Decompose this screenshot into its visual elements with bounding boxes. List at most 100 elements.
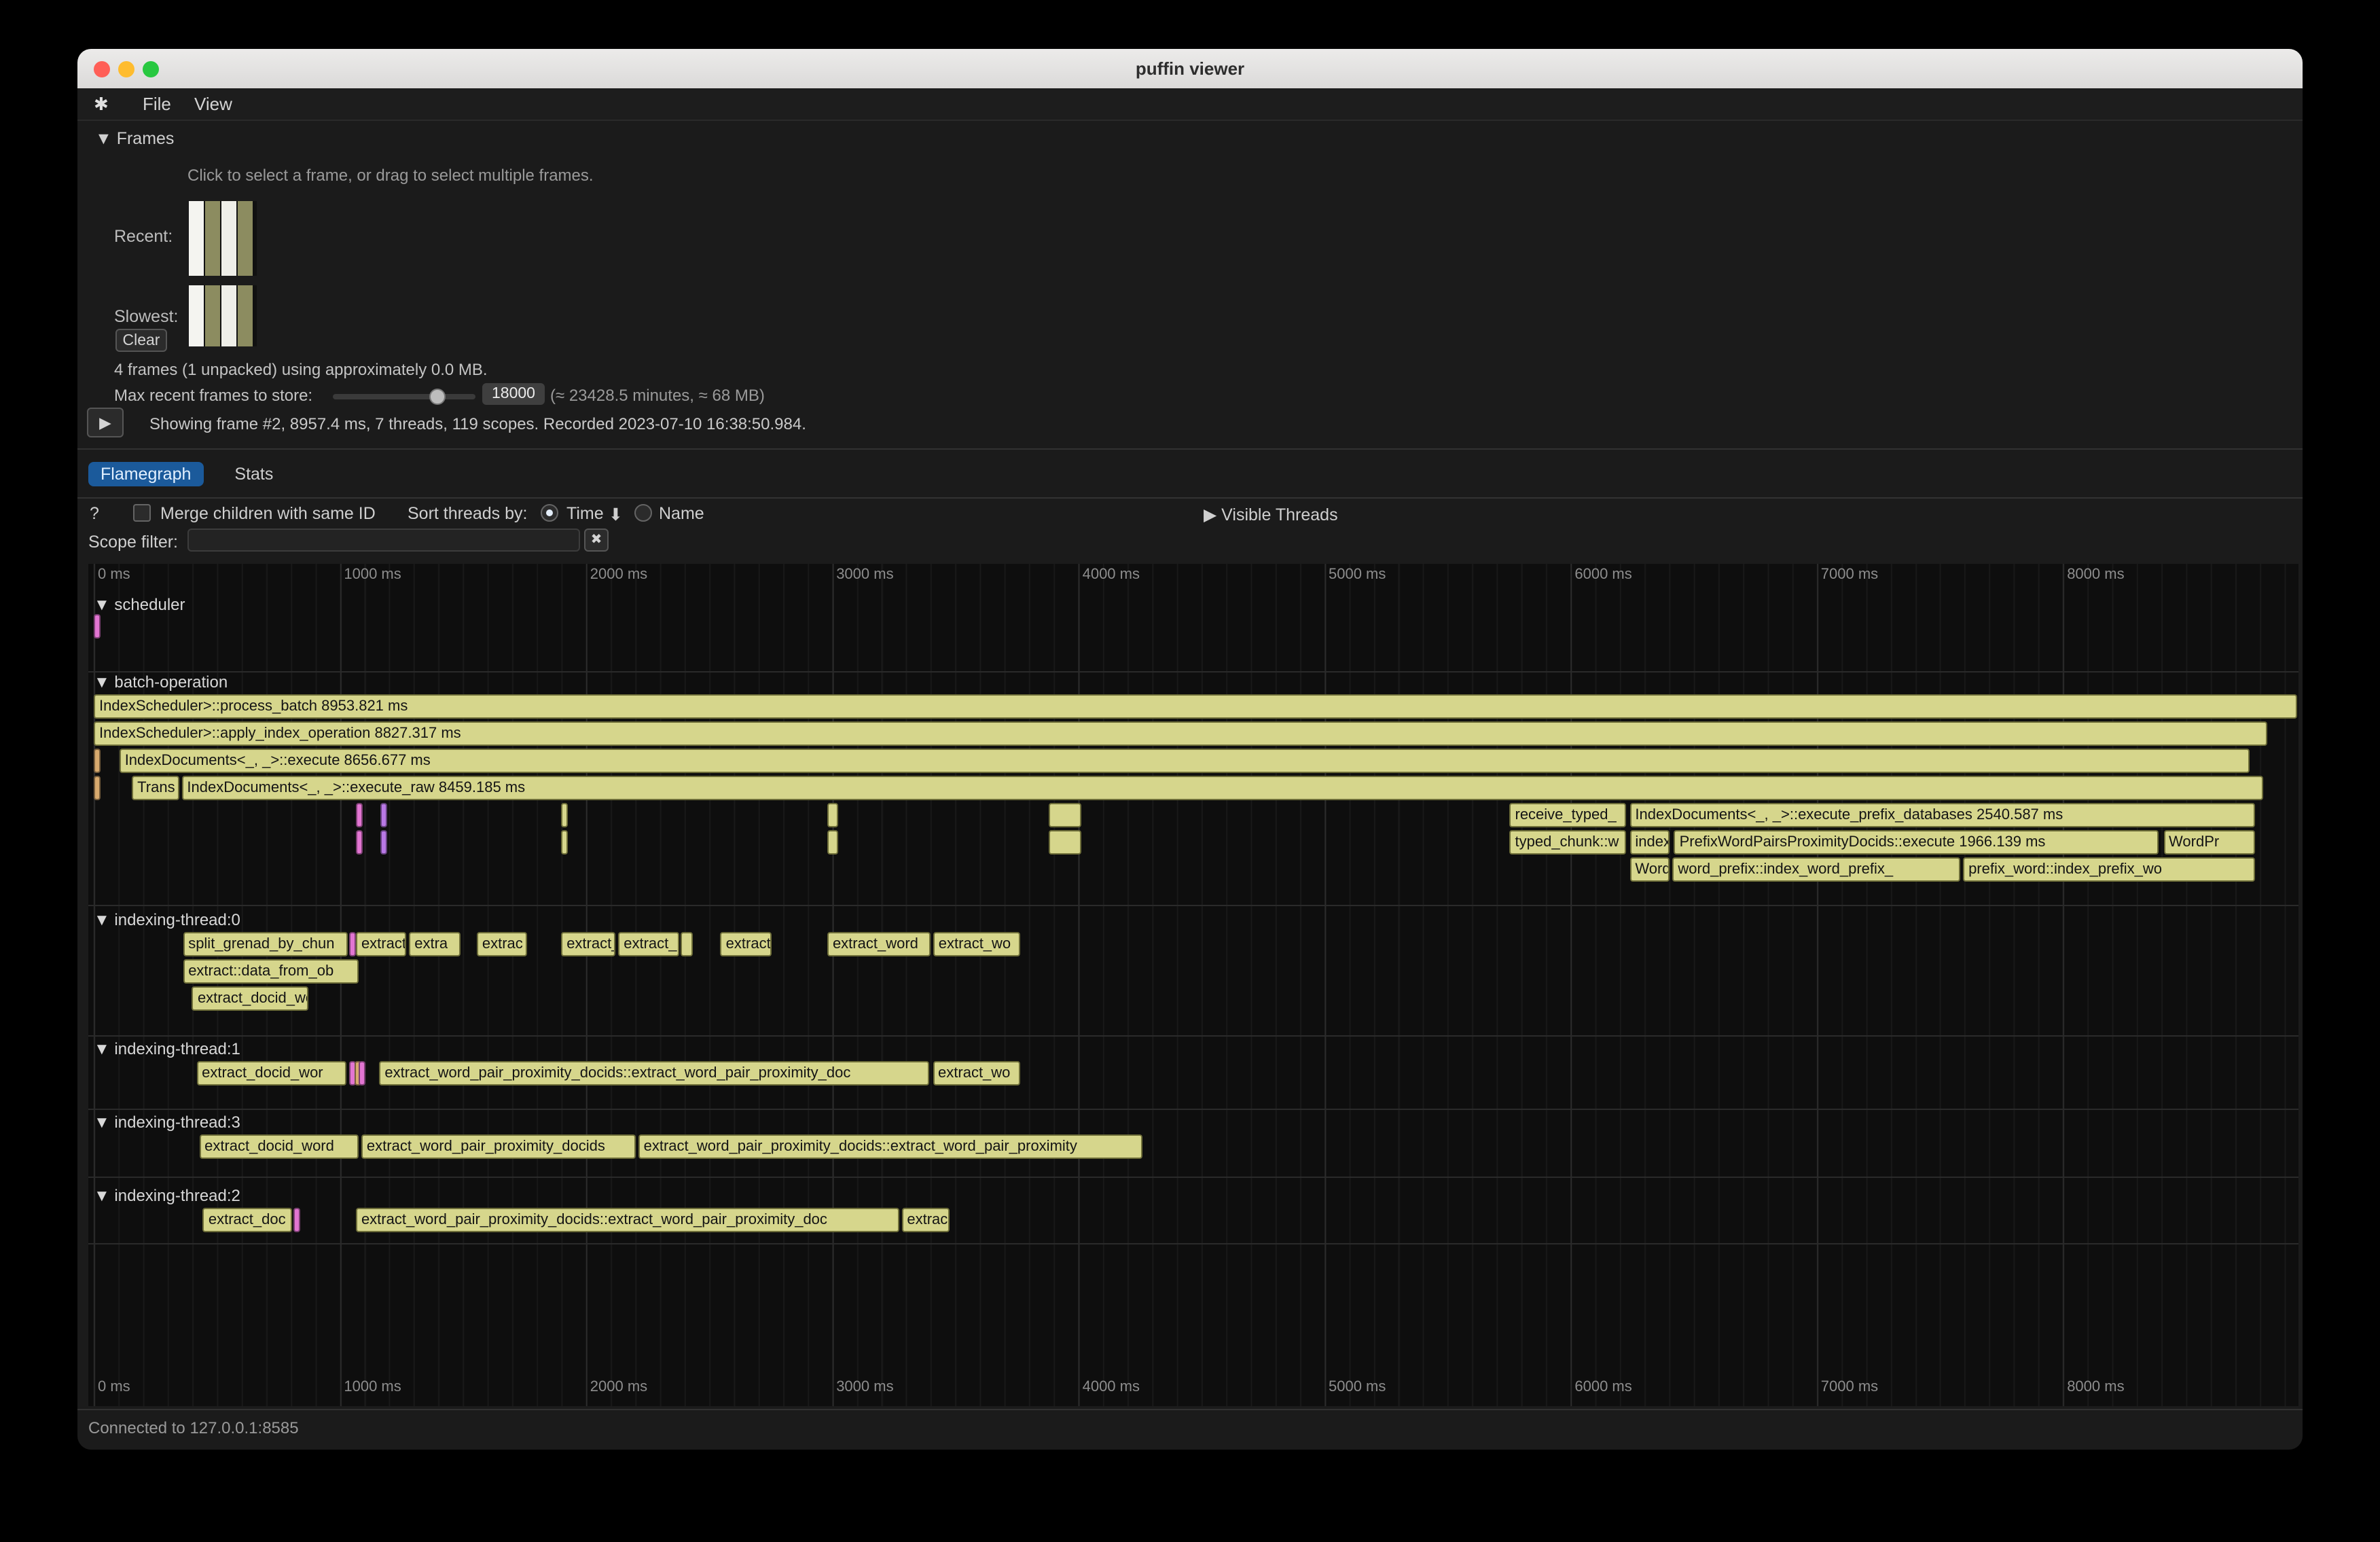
scope-bar[interactable]: typed_chunk::w: [1510, 830, 1627, 855]
scope-bar[interactable]: [827, 803, 839, 827]
scope-bar[interactable]: extract_word_pair_proximity_docids::extr…: [638, 1134, 1142, 1159]
separator: [77, 1409, 2303, 1410]
scope-bar[interactable]: extract_word_pair_proximity_docids::extr…: [356, 1208, 899, 1232]
sort-name-label[interactable]: Name: [659, 504, 704, 523]
scope-bar[interactable]: [1049, 803, 1081, 827]
minimize-button[interactable]: [118, 60, 134, 77]
scope-bar[interactable]: extract_: [561, 932, 615, 956]
scope-bar[interactable]: prefix_word::index_prefix_wo: [1963, 857, 2256, 882]
scope-bar[interactable]: [561, 803, 568, 827]
max-frames-slider-track[interactable]: [333, 394, 475, 399]
scope-bar[interactable]: index: [1629, 830, 1670, 855]
scope-bar[interactable]: [359, 1061, 366, 1086]
tab-stats[interactable]: Stats: [222, 462, 285, 486]
frame-thumbnail-bar[interactable]: [205, 285, 220, 346]
frame-thumbnail-bar[interactable]: [189, 285, 204, 346]
scope-bar[interactable]: extrac: [477, 932, 528, 956]
scope-bar[interactable]: Word: [1629, 857, 1670, 882]
scope-filter-input[interactable]: [187, 528, 580, 552]
scope-bar[interactable]: extract_: [618, 932, 679, 956]
sort-direction-icon[interactable]: ⬇: [609, 504, 623, 524]
merge-children-checkbox[interactable]: [133, 504, 151, 522]
recent-frames-thumbnail[interactable]: [189, 201, 257, 276]
frames-section-header[interactable]: ▼ Frames: [95, 129, 174, 148]
scope-bar[interactable]: [293, 1208, 300, 1232]
scope-bar[interactable]: receive_typed_: [1510, 803, 1627, 827]
scope-bar[interactable]: IndexScheduler>::apply_index_operation 8…: [94, 721, 2267, 746]
scope-bar[interactable]: [94, 776, 101, 800]
scope-bar[interactable]: extract_docid_word: [199, 1134, 359, 1159]
scope-bar[interactable]: extrac: [901, 1208, 949, 1232]
menu-view[interactable]: View: [194, 94, 232, 114]
sort-time-label[interactable]: Time: [566, 504, 604, 523]
time-axis-label-bottom: 2000 ms: [590, 1379, 647, 1395]
clear-button[interactable]: Clear: [115, 329, 167, 352]
clear-filter-button[interactable]: ✖: [584, 528, 609, 552]
scope-bar[interactable]: [94, 614, 101, 639]
thread-label-indexing-thread:0[interactable]: ▼ indexing-thread:0: [94, 910, 240, 929]
scope-bar[interactable]: [827, 830, 839, 855]
theme-toggle-icon[interactable]: ✱: [94, 94, 109, 115]
scope-bar[interactable]: IndexDocuments<_, _>::execute_prefix_dat…: [1629, 803, 2255, 827]
tab-flamegraph[interactable]: Flamegraph: [88, 462, 203, 486]
close-button[interactable]: [94, 60, 110, 77]
scope-bar[interactable]: extract_word_pair_proximity_docids::extr…: [379, 1061, 928, 1086]
frame-thumbnail-bar[interactable]: [205, 201, 220, 276]
sort-name-radio[interactable]: [634, 504, 652, 522]
scope-bar[interactable]: [94, 749, 101, 773]
zoom-button[interactable]: [143, 60, 159, 77]
scope-bar[interactable]: [561, 830, 568, 855]
scope-bar[interactable]: split_grenad_by_chun: [183, 932, 348, 956]
scope-bar[interactable]: [356, 803, 363, 827]
scope-bar[interactable]: extract_docid_wor: [196, 1061, 346, 1086]
scope-bar[interactable]: extract_word: [827, 932, 931, 956]
scope-bar[interactable]: IndexDocuments<_, _>::execute 8656.677 m…: [120, 749, 2250, 773]
frame-thumbnail-bar[interactable]: [238, 201, 253, 276]
scope-bar[interactable]: extract: [721, 932, 772, 956]
scope-bar[interactable]: extract_doc: [203, 1208, 292, 1232]
scope-bar[interactable]: extract_wo: [933, 1061, 1021, 1086]
flamegraph-canvas[interactable]: 0 ms0 ms1000 ms1000 ms2000 ms2000 ms3000…: [88, 564, 2298, 1406]
thread-label-indexing-thread:2[interactable]: ▼ indexing-thread:2: [94, 1186, 240, 1205]
scope-bar[interactable]: extract_docid_wor: [192, 986, 308, 1011]
menu-file[interactable]: File: [143, 94, 171, 114]
scope-bar[interactable]: extra: [409, 932, 461, 956]
thread-label-indexing-thread:1[interactable]: ▼ indexing-thread:1: [94, 1039, 240, 1058]
help-button[interactable]: ?: [90, 504, 99, 523]
visible-threads-toggle[interactable]: ▶ Visible Threads: [1204, 504, 1338, 524]
scope-bar[interactable]: extract_word_pair_proximity_docids: [361, 1134, 635, 1159]
sort-time-radio[interactable]: [541, 504, 558, 522]
merge-children-label[interactable]: Merge children with same ID: [160, 504, 376, 523]
scope-bar[interactable]: [681, 932, 692, 956]
scope-bar[interactable]: IndexDocuments<_, _>::execute_raw 8459.1…: [181, 776, 2264, 800]
scope-bar[interactable]: [356, 830, 363, 855]
time-axis-label-top: 1000 ms: [344, 567, 401, 583]
separator: [77, 497, 2303, 499]
scope-bar[interactable]: Trans: [132, 776, 179, 800]
thread-label-scheduler[interactable]: ▼ scheduler: [94, 595, 185, 614]
scope-bar[interactable]: [1049, 830, 1081, 855]
scope-bar[interactable]: PrefixWordPairsProximityDocids::execute …: [1674, 830, 2159, 855]
scope-bar[interactable]: extract_wo: [933, 932, 1021, 956]
max-frames-value[interactable]: 18000: [482, 383, 545, 405]
thread-label-batch-operation[interactable]: ▼ batch-operation: [94, 673, 228, 692]
scope-bar[interactable]: [380, 830, 387, 855]
frame-thumbnail-bar[interactable]: [221, 201, 236, 276]
frame-thumbnail-bar[interactable]: [189, 201, 204, 276]
play-button[interactable]: ▶: [87, 408, 124, 437]
frame-thumbnail-bar[interactable]: [221, 285, 236, 346]
scope-bar[interactable]: extract::data_from_ob: [183, 959, 359, 984]
scope-bar[interactable]: [380, 803, 387, 827]
scope-bar[interactable]: IndexScheduler>::process_batch 8953.821 …: [94, 694, 2298, 719]
slowest-frames-thumbnail[interactable]: [189, 285, 257, 346]
frame-thumbnail-bar[interactable]: [238, 285, 253, 346]
scope-bar[interactable]: word_prefix::index_word_prefix_: [1672, 857, 1960, 882]
connection-status: Connected to 127.0.0.1:8585: [88, 1418, 299, 1437]
thread-label-indexing-thread:3[interactable]: ▼ indexing-thread:3: [94, 1113, 240, 1132]
time-axis-label-top: 6000 ms: [1574, 567, 1631, 583]
scope-bar[interactable]: WordPr: [2163, 830, 2256, 855]
app-window: puffin viewer ✱ File View ▼ Frames Click…: [77, 49, 2303, 1450]
scope-bar[interactable]: extract_: [356, 932, 406, 956]
max-frames-slider-knob[interactable]: [429, 389, 446, 405]
titlebar[interactable]: puffin viewer: [77, 49, 2303, 88]
